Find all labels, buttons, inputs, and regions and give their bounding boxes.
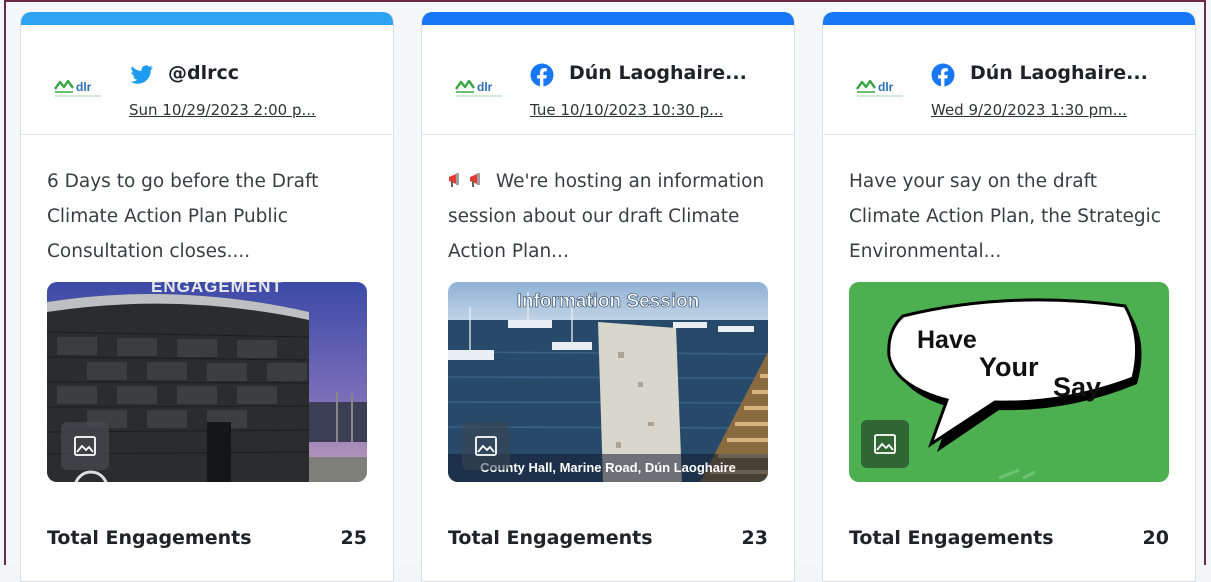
- image-icon: [874, 434, 896, 454]
- total-engagements-value: 23: [741, 527, 768, 549]
- card-topbar: [21, 12, 393, 25]
- post-text: Have your say on the draft Climate Actio…: [849, 171, 1161, 262]
- svg-text:Say: Say: [1053, 372, 1101, 402]
- post-text-body: We're hosting an information session abo…: [448, 171, 765, 262]
- svg-text:Information Session: Information Session: [517, 291, 700, 312]
- image-icon: [475, 436, 497, 456]
- account-name: @dlrcc: [168, 62, 240, 84]
- svg-text:Have: Have: [917, 326, 977, 354]
- svg-text:Your: Your: [979, 352, 1039, 382]
- megaphone-icon: [469, 165, 488, 187]
- total-engagements-label: Total Engagements: [448, 527, 653, 549]
- image-badge: [61, 422, 109, 470]
- card-header: dlr Dún Laoghaire... Wed 9/20/2023 1:30 …: [823, 25, 1195, 135]
- total-engagements-label: Total Engagements: [47, 527, 252, 549]
- card-header: dlr @dlrcc Sun 10/29/2023 2:00 p...: [21, 25, 393, 135]
- twitter-icon: [129, 63, 155, 87]
- svg-text:County Hall, Marine Road, Dún: County Hall, Marine Road, Dún Laoghaire: [480, 460, 736, 475]
- card-topbar: [823, 12, 1195, 25]
- card-header: dlr Dún Laoghaire... Tue 10/10/2023 10:3…: [422, 25, 794, 135]
- svg-text:dlr: dlr: [477, 80, 493, 94]
- facebook-icon: [931, 63, 957, 87]
- image-badge: [462, 422, 510, 470]
- facebook-icon: [530, 63, 556, 87]
- post-date-link[interactable]: Sun 10/29/2023 2:00 p...: [129, 101, 316, 119]
- svg-text:dlr: dlr: [76, 80, 92, 94]
- image-badge: [861, 420, 909, 468]
- post-card-3[interactable]: dlr Dún Laoghaire... Wed 9/20/2023 1:30 …: [822, 12, 1196, 582]
- post-image[interactable]: ENGAGEMENT: [47, 282, 367, 482]
- post-text: 6 Days to go before the Draft Climate Ac…: [47, 171, 319, 262]
- dlr-logo: dlr: [53, 71, 105, 101]
- total-engagements-label: Total Engagements: [849, 527, 1054, 549]
- svg-text:dlr: dlr: [878, 80, 894, 94]
- dlr-logo: dlr: [855, 71, 907, 101]
- total-engagements-value: 20: [1142, 527, 1169, 549]
- megaphone-icon: [448, 165, 467, 187]
- post-text: We're hosting an information session abo…: [448, 164, 768, 269]
- post-card-1[interactable]: dlr @dlrcc Sun 10/29/2023 2:00 p... 6 Da…: [20, 12, 394, 582]
- account-name: Dún Laoghaire...: [970, 62, 1148, 84]
- account-name: Dún Laoghaire...: [569, 62, 747, 84]
- total-engagements-value: 25: [340, 527, 367, 549]
- post-image[interactable]: Have Your Say: [849, 282, 1169, 482]
- dlr-logo: dlr: [454, 71, 506, 101]
- post-card-2[interactable]: dlr Dún Laoghaire... Tue 10/10/2023 10:3…: [421, 12, 795, 582]
- svg-text:ENGAGEMENT: ENGAGEMENT: [151, 282, 283, 296]
- image-icon: [74, 436, 96, 456]
- card-topbar: [422, 12, 794, 25]
- posts-panel: dlr @dlrcc Sun 10/29/2023 2:00 p... 6 Da…: [4, 0, 1206, 582]
- post-date-link[interactable]: Wed 9/20/2023 1:30 pm...: [931, 101, 1127, 119]
- post-image[interactable]: Information Session County Hall, Marine …: [448, 282, 768, 482]
- post-date-link[interactable]: Tue 10/10/2023 10:30 p...: [530, 101, 723, 119]
